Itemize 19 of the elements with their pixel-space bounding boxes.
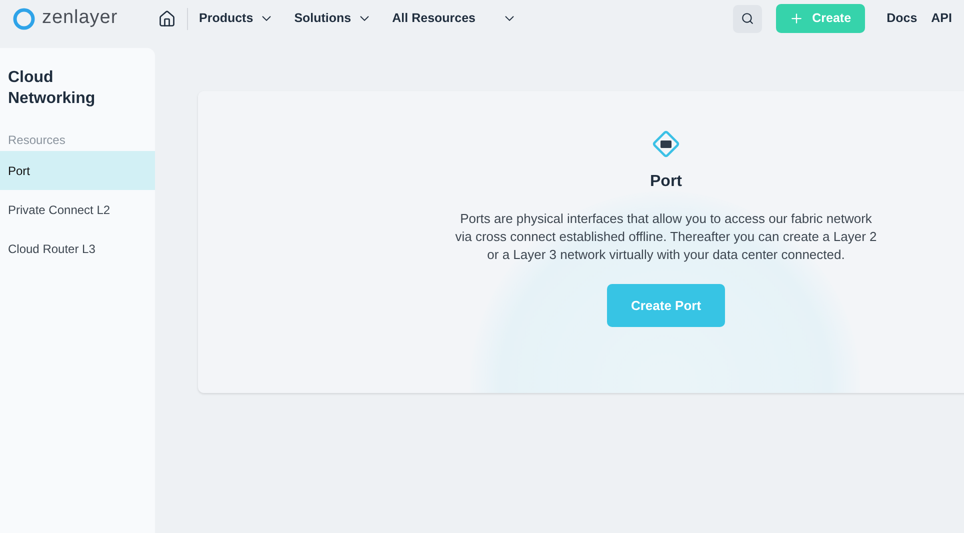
nav-menu[interactable]: All Resources — [392, 9, 517, 28]
header-link[interactable]: Docs — [886, 9, 918, 28]
empty-state-description: Ports are physical interfaces that allow you to access our fabric network via cross connect established offline. Thereafter you can create a Layer 2 or a Layer 3 network virtually with your data center connected. — [454, 210, 878, 264]
header-link[interactable]: API — [931, 9, 952, 28]
nav-menu[interactable]: Products — [199, 9, 274, 28]
home-icon[interactable] — [158, 10, 176, 28]
empty-state-title: Port — [650, 172, 682, 192]
sidebar-item[interactable]: Cloud Router L3 — [0, 229, 155, 268]
logo-wordmark: zenlayer — [42, 6, 118, 30]
sidebar-item[interactable]: Port — [0, 151, 155, 190]
section-label: Resources — [7, 132, 66, 149]
plus-icon — [789, 11, 804, 26]
search-icon — [740, 12, 754, 25]
search-button[interactable] — [732, 4, 762, 32]
nav-menu[interactable]: Solutions — [294, 9, 372, 28]
sidebar-title: Cloud Networking — [7, 68, 96, 109]
port-icon — [650, 128, 682, 160]
sidebar-item[interactable]: Private Connect L2 — [0, 190, 155, 229]
logo-ring-icon — [12, 6, 36, 30]
